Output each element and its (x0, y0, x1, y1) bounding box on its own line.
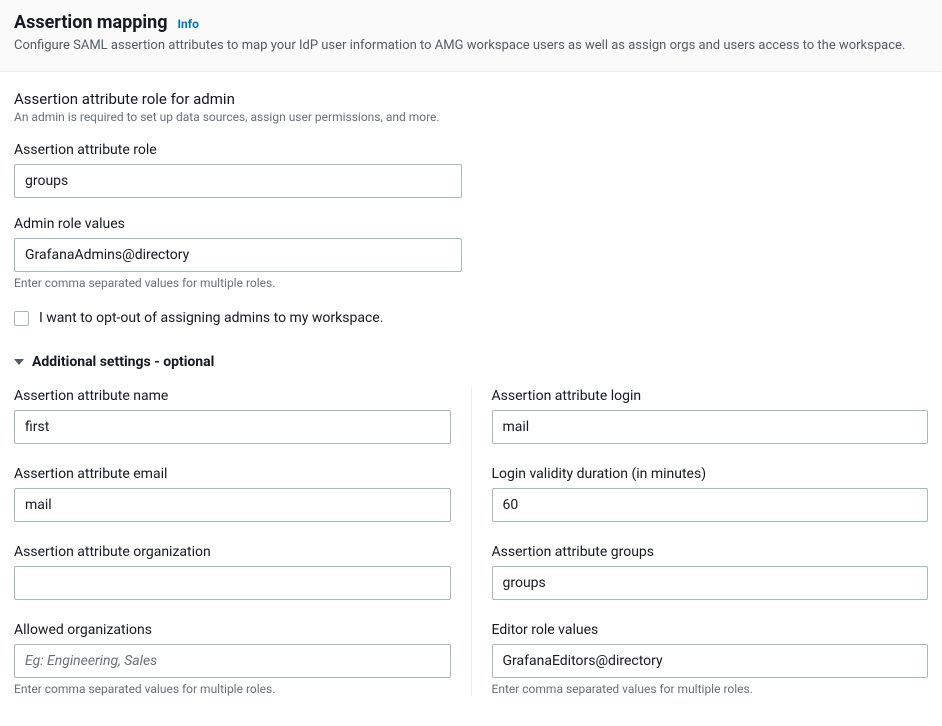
attr-org-input[interactable] (14, 566, 451, 600)
admin-role-values-label: Admin role values (14, 216, 928, 232)
attr-name-label: Assertion attribute name (14, 388, 451, 404)
attr-groups-field: Assertion attribute groups (492, 544, 929, 600)
allowed-orgs-input[interactable] (14, 644, 451, 678)
attr-name-input[interactable] (14, 410, 451, 444)
editor-role-helper: Enter comma separated values for multipl… (492, 682, 929, 696)
attr-login-label: Assertion attribute login (492, 388, 929, 404)
optout-label[interactable]: I want to opt-out of assigning admins to… (39, 310, 383, 326)
optout-row[interactable]: I want to opt-out of assigning admins to… (14, 310, 928, 326)
attr-email-label: Assertion attribute email (14, 466, 451, 482)
right-column: Assertion attribute login Login validity… (471, 388, 929, 696)
editor-role-label: Editor role values (492, 622, 929, 638)
login-validity-label: Login validity duration (in minutes) (492, 466, 929, 482)
caret-down-icon (14, 359, 24, 365)
login-validity-field: Login validity duration (in minutes) (492, 466, 929, 522)
panel-header: Assertion mapping Info Configure SAML as… (0, 0, 942, 72)
assertion-role-label: Assertion attribute role (14, 142, 928, 158)
header-title-row: Assertion mapping Info (14, 12, 928, 33)
assertion-role-input[interactable] (14, 164, 462, 198)
editor-role-input[interactable] (492, 644, 929, 678)
attr-groups-input[interactable] (492, 566, 929, 600)
assertion-role-field: Assertion attribute role (14, 142, 928, 198)
allowed-orgs-helper: Enter comma separated values for multipl… (14, 682, 451, 696)
attr-org-field: Assertion attribute organization (14, 544, 451, 600)
admin-section: Assertion attribute role for admin An ad… (0, 72, 942, 326)
additional-settings-content: Assertion attribute name Assertion attri… (0, 388, 942, 716)
left-column: Assertion attribute name Assertion attri… (14, 388, 471, 696)
panel-title: Assertion mapping (14, 12, 168, 33)
admin-section-title: Assertion attribute role for admin (14, 90, 928, 108)
allowed-orgs-field: Allowed organizations Enter comma separa… (14, 622, 451, 696)
admin-role-values-field: Admin role values Enter comma separated … (14, 216, 928, 290)
attr-name-field: Assertion attribute name (14, 388, 451, 444)
additional-settings-section: Additional settings - optional (0, 354, 942, 370)
allowed-orgs-label: Allowed organizations (14, 622, 451, 638)
admin-role-values-input[interactable] (14, 238, 462, 272)
info-link[interactable]: Info (178, 17, 199, 31)
attr-email-field: Assertion attribute email (14, 466, 451, 522)
admin-role-values-helper: Enter comma separated values for multipl… (14, 276, 928, 290)
panel-description: Configure SAML assertion attributes to m… (14, 37, 928, 55)
editor-role-field: Editor role values Enter comma separated… (492, 622, 929, 696)
optout-checkbox[interactable] (14, 311, 29, 326)
admin-section-subtitle: An admin is required to set up data sour… (14, 110, 928, 124)
attr-email-input[interactable] (14, 488, 451, 522)
attr-login-input[interactable] (492, 410, 929, 444)
attr-login-field: Assertion attribute login (492, 388, 929, 444)
attr-org-label: Assertion attribute organization (14, 544, 451, 560)
additional-settings-title: Additional settings - optional (32, 354, 214, 370)
attr-groups-label: Assertion attribute groups (492, 544, 929, 560)
additional-settings-toggle[interactable]: Additional settings - optional (14, 354, 928, 370)
login-validity-input[interactable] (492, 488, 929, 522)
